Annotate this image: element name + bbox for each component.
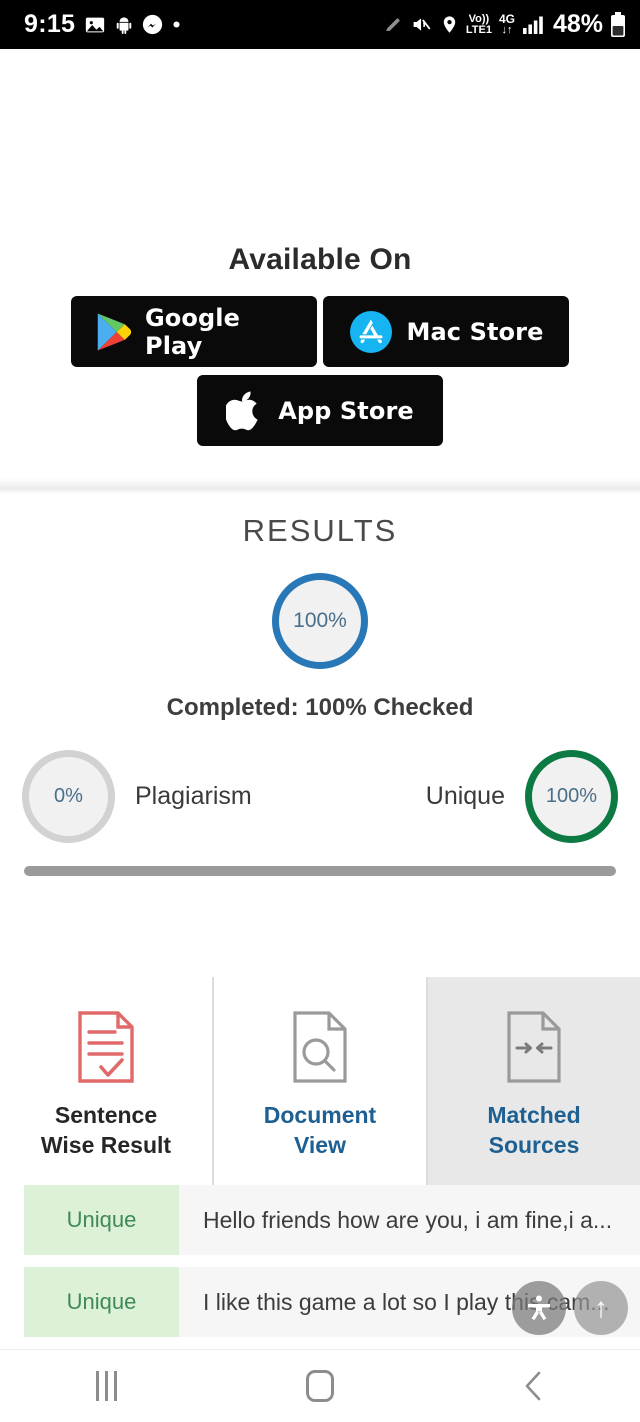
plagiarism-stat: 0% Plagiarism <box>22 750 252 843</box>
overall-percent: 100% <box>293 609 347 632</box>
photo-icon <box>84 14 106 36</box>
overall-progress-ring: 100% <box>272 573 368 669</box>
unique-stat: Unique 100% <box>426 750 618 843</box>
row-status-badge: Unique <box>24 1267 179 1337</box>
android-icon <box>115 15 133 35</box>
home-button[interactable] <box>260 1350 380 1422</box>
tab-sentence-wise-result[interactable]: Sentence Wise Result <box>0 977 212 1185</box>
tab-matched-sources[interactable]: Matched Sources <box>428 977 640 1185</box>
android-navigation-bar <box>0 1349 640 1422</box>
back-icon <box>526 1371 541 1401</box>
document-search-icon <box>289 1006 351 1084</box>
store-buttons-row-2: App Store <box>0 375 640 446</box>
recent-apps-icon <box>96 1371 118 1401</box>
available-on-title: Available On <box>228 243 412 276</box>
accessibility-fab[interactable] <box>512 1281 566 1335</box>
signal-icon <box>522 15 546 35</box>
app-store-label: App Store <box>278 396 414 425</box>
google-play-button[interactable]: Google Play <box>71 296 317 367</box>
mute-icon <box>410 14 433 35</box>
unique-ring: 100% <box>525 750 618 843</box>
tab-label-line2: View <box>293 1132 346 1158</box>
scroll-to-top-fab[interactable]: ↑ <box>574 1281 628 1335</box>
accessibility-icon <box>528 1295 550 1321</box>
table-row[interactable]: Unique Hello friends how are you, i am f… <box>0 1185 640 1255</box>
section-separator <box>0 478 640 494</box>
app-store-button[interactable]: App Store <box>197 375 443 446</box>
tab-label-line2: Sources <box>488 1132 580 1158</box>
unique-label: Unique <box>425 782 505 810</box>
document-check-icon <box>74 1006 138 1084</box>
4g-icon: 4G ↓↑ <box>498 12 515 36</box>
phone-screen: 9:15 Vo)) LTE1 4G ↓↑ 48% Available On Go… <box>0 0 640 1422</box>
stats-row: 0% Plagiarism Unique 100% <box>0 750 640 843</box>
overall-progress: 100% <box>0 573 640 669</box>
status-bar-left: 9:15 <box>24 10 181 39</box>
horizontal-scrollbar[interactable] <box>24 866 616 876</box>
battery-icon <box>610 11 626 38</box>
tab-label-line1: Matched <box>487 1101 581 1128</box>
mac-store-icon <box>349 310 393 354</box>
results-title: RESULTS <box>242 513 398 548</box>
dot-icon <box>172 20 181 29</box>
status-bar: 9:15 Vo)) LTE1 4G ↓↑ 48% <box>0 0 640 49</box>
tab-label-line2: Wise Result <box>40 1132 172 1158</box>
back-button[interactable] <box>473 1350 593 1422</box>
recent-apps-button[interactable] <box>47 1350 167 1422</box>
plagiarism-ring: 0% <box>22 750 115 843</box>
row-sentence-text: I like this game a lot so I play this ca… <box>179 1267 640 1337</box>
store-buttons-row-1: Google Play Mac Store <box>0 296 640 367</box>
pencil-icon <box>383 15 403 35</box>
battery-percent: 48% <box>552 10 603 38</box>
result-tabs: Sentence Wise Result Document View Match… <box>0 977 640 1185</box>
apple-icon <box>226 388 264 434</box>
row-sentence-text: Hello friends how are you, i am fine,i a… <box>179 1185 640 1255</box>
tab-matched-sources-label: Matched Sources <box>487 1100 580 1161</box>
google-play-icon <box>93 311 131 353</box>
plagiarism-percent: 0% <box>54 785 83 807</box>
mac-store-button[interactable]: Mac Store <box>323 296 569 367</box>
mac-store-label: Mac Store <box>406 317 544 346</box>
row-status-badge: Unique <box>24 1185 179 1255</box>
clock: 9:15 <box>24 10 76 38</box>
google-play-label: Google Play <box>145 303 240 360</box>
tab-label-line1: Sentence <box>54 1101 158 1128</box>
plagiarism-label: Plagiarism <box>135 782 252 810</box>
volte-icon: Vo)) LTE1 <box>465 12 492 36</box>
status-bar-right: Vo)) LTE1 4G ↓↑ 48% <box>383 10 626 39</box>
messenger-icon <box>142 14 163 35</box>
document-arrows-icon <box>503 1006 565 1084</box>
tab-document-view-label: Document View <box>264 1100 376 1161</box>
tab-sentence-wise-result-label: Sentence Wise Result <box>41 1100 171 1161</box>
location-icon <box>440 14 459 35</box>
tab-label-line1: Document <box>263 1101 377 1128</box>
home-icon <box>305 1370 334 1402</box>
tab-document-view[interactable]: Document View <box>212 977 428 1185</box>
arrow-up-icon: ↑ <box>594 1292 608 1323</box>
completed-status: Completed: 100% Checked <box>166 694 474 721</box>
unique-percent: 100% <box>545 785 598 807</box>
